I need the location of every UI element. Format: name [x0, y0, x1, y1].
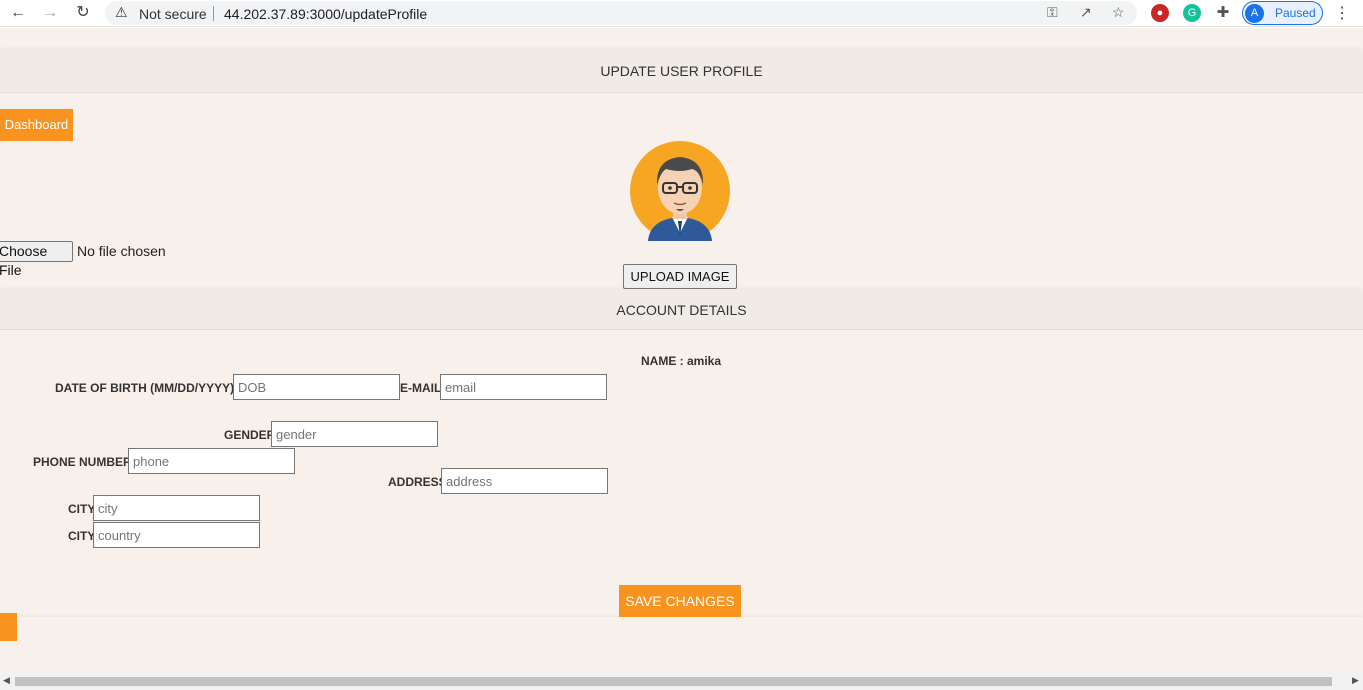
- reload-icon[interactable]: ↻: [73, 4, 93, 22]
- account-details-title: ACCOUNT DETAILS: [0, 290, 1363, 330]
- page-title: UPDATE USER PROFILE: [0, 50, 1363, 93]
- profile-button[interactable]: A Paused: [1242, 1, 1323, 25]
- save-changes-button[interactable]: SAVE CHANGES: [619, 585, 741, 617]
- back-icon[interactable]: ←: [8, 4, 28, 22]
- name-label: NAME : amika: [641, 354, 722, 368]
- horizontal-scrollbar[interactable]: ◀ ▶: [0, 673, 1363, 690]
- address-label: ADDRESS: [388, 475, 447, 489]
- scrollbar-thumb[interactable]: [15, 677, 1332, 686]
- grammarly-icon[interactable]: G: [1183, 4, 1201, 22]
- gender-label: GENDER: [224, 428, 276, 442]
- dob-label: DATE OF BIRTH (MM/DD/YYYY): [55, 381, 235, 395]
- dob-field[interactable]: [233, 374, 400, 400]
- email-field[interactable]: [440, 374, 607, 400]
- city-field[interactable]: [93, 495, 260, 521]
- scroll-left-icon[interactable]: ◀: [3, 675, 10, 686]
- email-label: E-MAIL: [400, 381, 442, 395]
- url-text[interactable]: 44.202.37.89:3000/updateProfile: [224, 6, 427, 22]
- city-label: CITY: [68, 502, 96, 516]
- phone-field[interactable]: [128, 448, 295, 474]
- country-label: CITY: [68, 529, 96, 543]
- profile-avatar: A: [1245, 4, 1264, 23]
- share-icon[interactable]: ↗: [1080, 4, 1092, 21]
- profile-avatar-image: [630, 141, 730, 241]
- phone-label: PHONE NUMBER: [33, 455, 132, 469]
- choose-file-button[interactable]: Choose File: [0, 241, 73, 278]
- extension-apple-icon[interactable]: ●: [1151, 4, 1169, 22]
- warning-icon: ⚠: [115, 4, 128, 20]
- upload-image-button[interactable]: UPLOAD IMAGE: [623, 264, 737, 289]
- country-field[interactable]: [93, 522, 260, 548]
- star-icon[interactable]: ☆: [1112, 4, 1125, 21]
- address-field[interactable]: [441, 468, 608, 494]
- browser-toolbar: ← → ↻ ⚠ Not secure 44.202.37.89:3000/upd…: [0, 0, 1363, 27]
- profile-status: Paused: [1275, 6, 1316, 20]
- address-bar[interactable]: ⚠ Not secure 44.202.37.89:3000/updatePro…: [105, 1, 1137, 25]
- gender-field[interactable]: [271, 421, 438, 447]
- forward-icon[interactable]: →: [40, 4, 60, 22]
- menu-icon[interactable]: ⋮: [1334, 3, 1350, 23]
- footer-area: [0, 617, 1363, 673]
- page-content: UPDATE USER PROFILE Dashboard Choose Fil…: [0, 28, 1363, 673]
- scroll-right-icon[interactable]: ▶: [1352, 675, 1359, 686]
- security-label[interactable]: Not secure: [139, 6, 207, 22]
- offscreen-button[interactable]: [0, 613, 17, 641]
- divider: [213, 6, 214, 21]
- extension-icon[interactable]: ✚: [1214, 4, 1232, 22]
- dashboard-button[interactable]: Dashboard: [0, 109, 73, 141]
- key-icon[interactable]: ⚿: [1047, 4, 1058, 21]
- file-status: No file chosen: [77, 243, 166, 259]
